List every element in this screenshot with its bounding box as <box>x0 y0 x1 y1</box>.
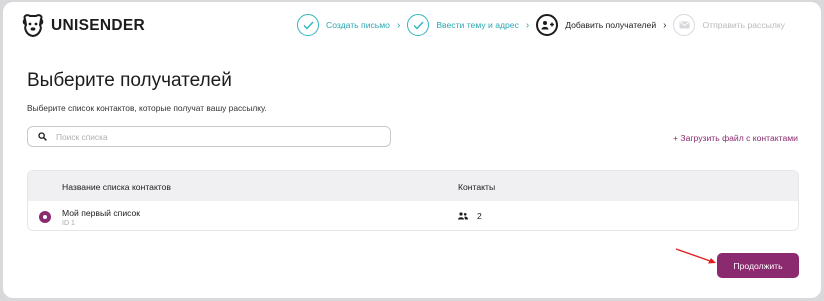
search-input[interactable] <box>56 131 356 142</box>
step-add-recipients[interactable]: Добавить получателей <box>536 14 656 36</box>
page-title: Выберите получателей <box>27 70 232 91</box>
column-header-name: Название списка контактов <box>62 182 171 192</box>
step-label: Отправить рассылку <box>702 20 785 30</box>
row-radio-selected[interactable] <box>39 211 51 223</box>
radio-dot <box>43 215 47 219</box>
step-send-campaign[interactable]: Отправить рассылку <box>673 14 785 36</box>
step-subject-address[interactable]: Ввести тему и адрес <box>407 14 519 36</box>
list-name: Мой первый список <box>62 208 141 218</box>
mail-icon <box>673 14 696 36</box>
check-icon <box>297 14 319 36</box>
step-create-email[interactable]: Создать письмо <box>297 14 390 36</box>
recipients-card: UNISENDER Создать письмо › Ввести тему и… <box>3 2 821 298</box>
table-row[interactable]: Мой первый список ID 1 2 <box>28 201 798 230</box>
table-header: Название списка контактов Контакты <box>28 171 798 201</box>
continue-button[interactable]: Продолжить <box>717 253 799 278</box>
add-user-icon <box>536 14 559 36</box>
users-icon <box>458 212 468 220</box>
step-label: Создать письмо <box>326 20 390 30</box>
upload-contacts-link[interactable]: + Загрузить файл с контактами <box>673 133 798 143</box>
contacts-count: 2 <box>458 211 482 221</box>
contact-lists-table: Название списка контактов Контакты Мой п… <box>27 170 799 231</box>
list-id: ID 1 <box>62 220 75 227</box>
check-icon <box>407 14 430 36</box>
chevron-right-icon: › <box>663 19 667 31</box>
search-box[interactable] <box>27 126 391 147</box>
brand-name: UNISENDER <box>51 17 145 34</box>
dog-logo-icon <box>22 14 44 38</box>
step-label: Ввести тему и адрес <box>436 20 519 30</box>
column-header-contacts: Контакты <box>458 182 496 192</box>
contacts-count-value: 2 <box>477 211 482 221</box>
step-label: Добавить получателей <box>565 20 657 30</box>
chevron-right-icon: › <box>525 19 530 31</box>
chevron-right-icon: › <box>396 19 401 31</box>
brand-logo[interactable]: UNISENDER <box>21 13 145 39</box>
search-icon <box>38 132 47 141</box>
page-subtitle: Выберите список контактов, которые получ… <box>27 103 267 113</box>
annotation-arrow-icon <box>675 248 716 264</box>
wizard-steps: Создать письмо › Ввести тему и адрес › Д… <box>297 14 785 36</box>
